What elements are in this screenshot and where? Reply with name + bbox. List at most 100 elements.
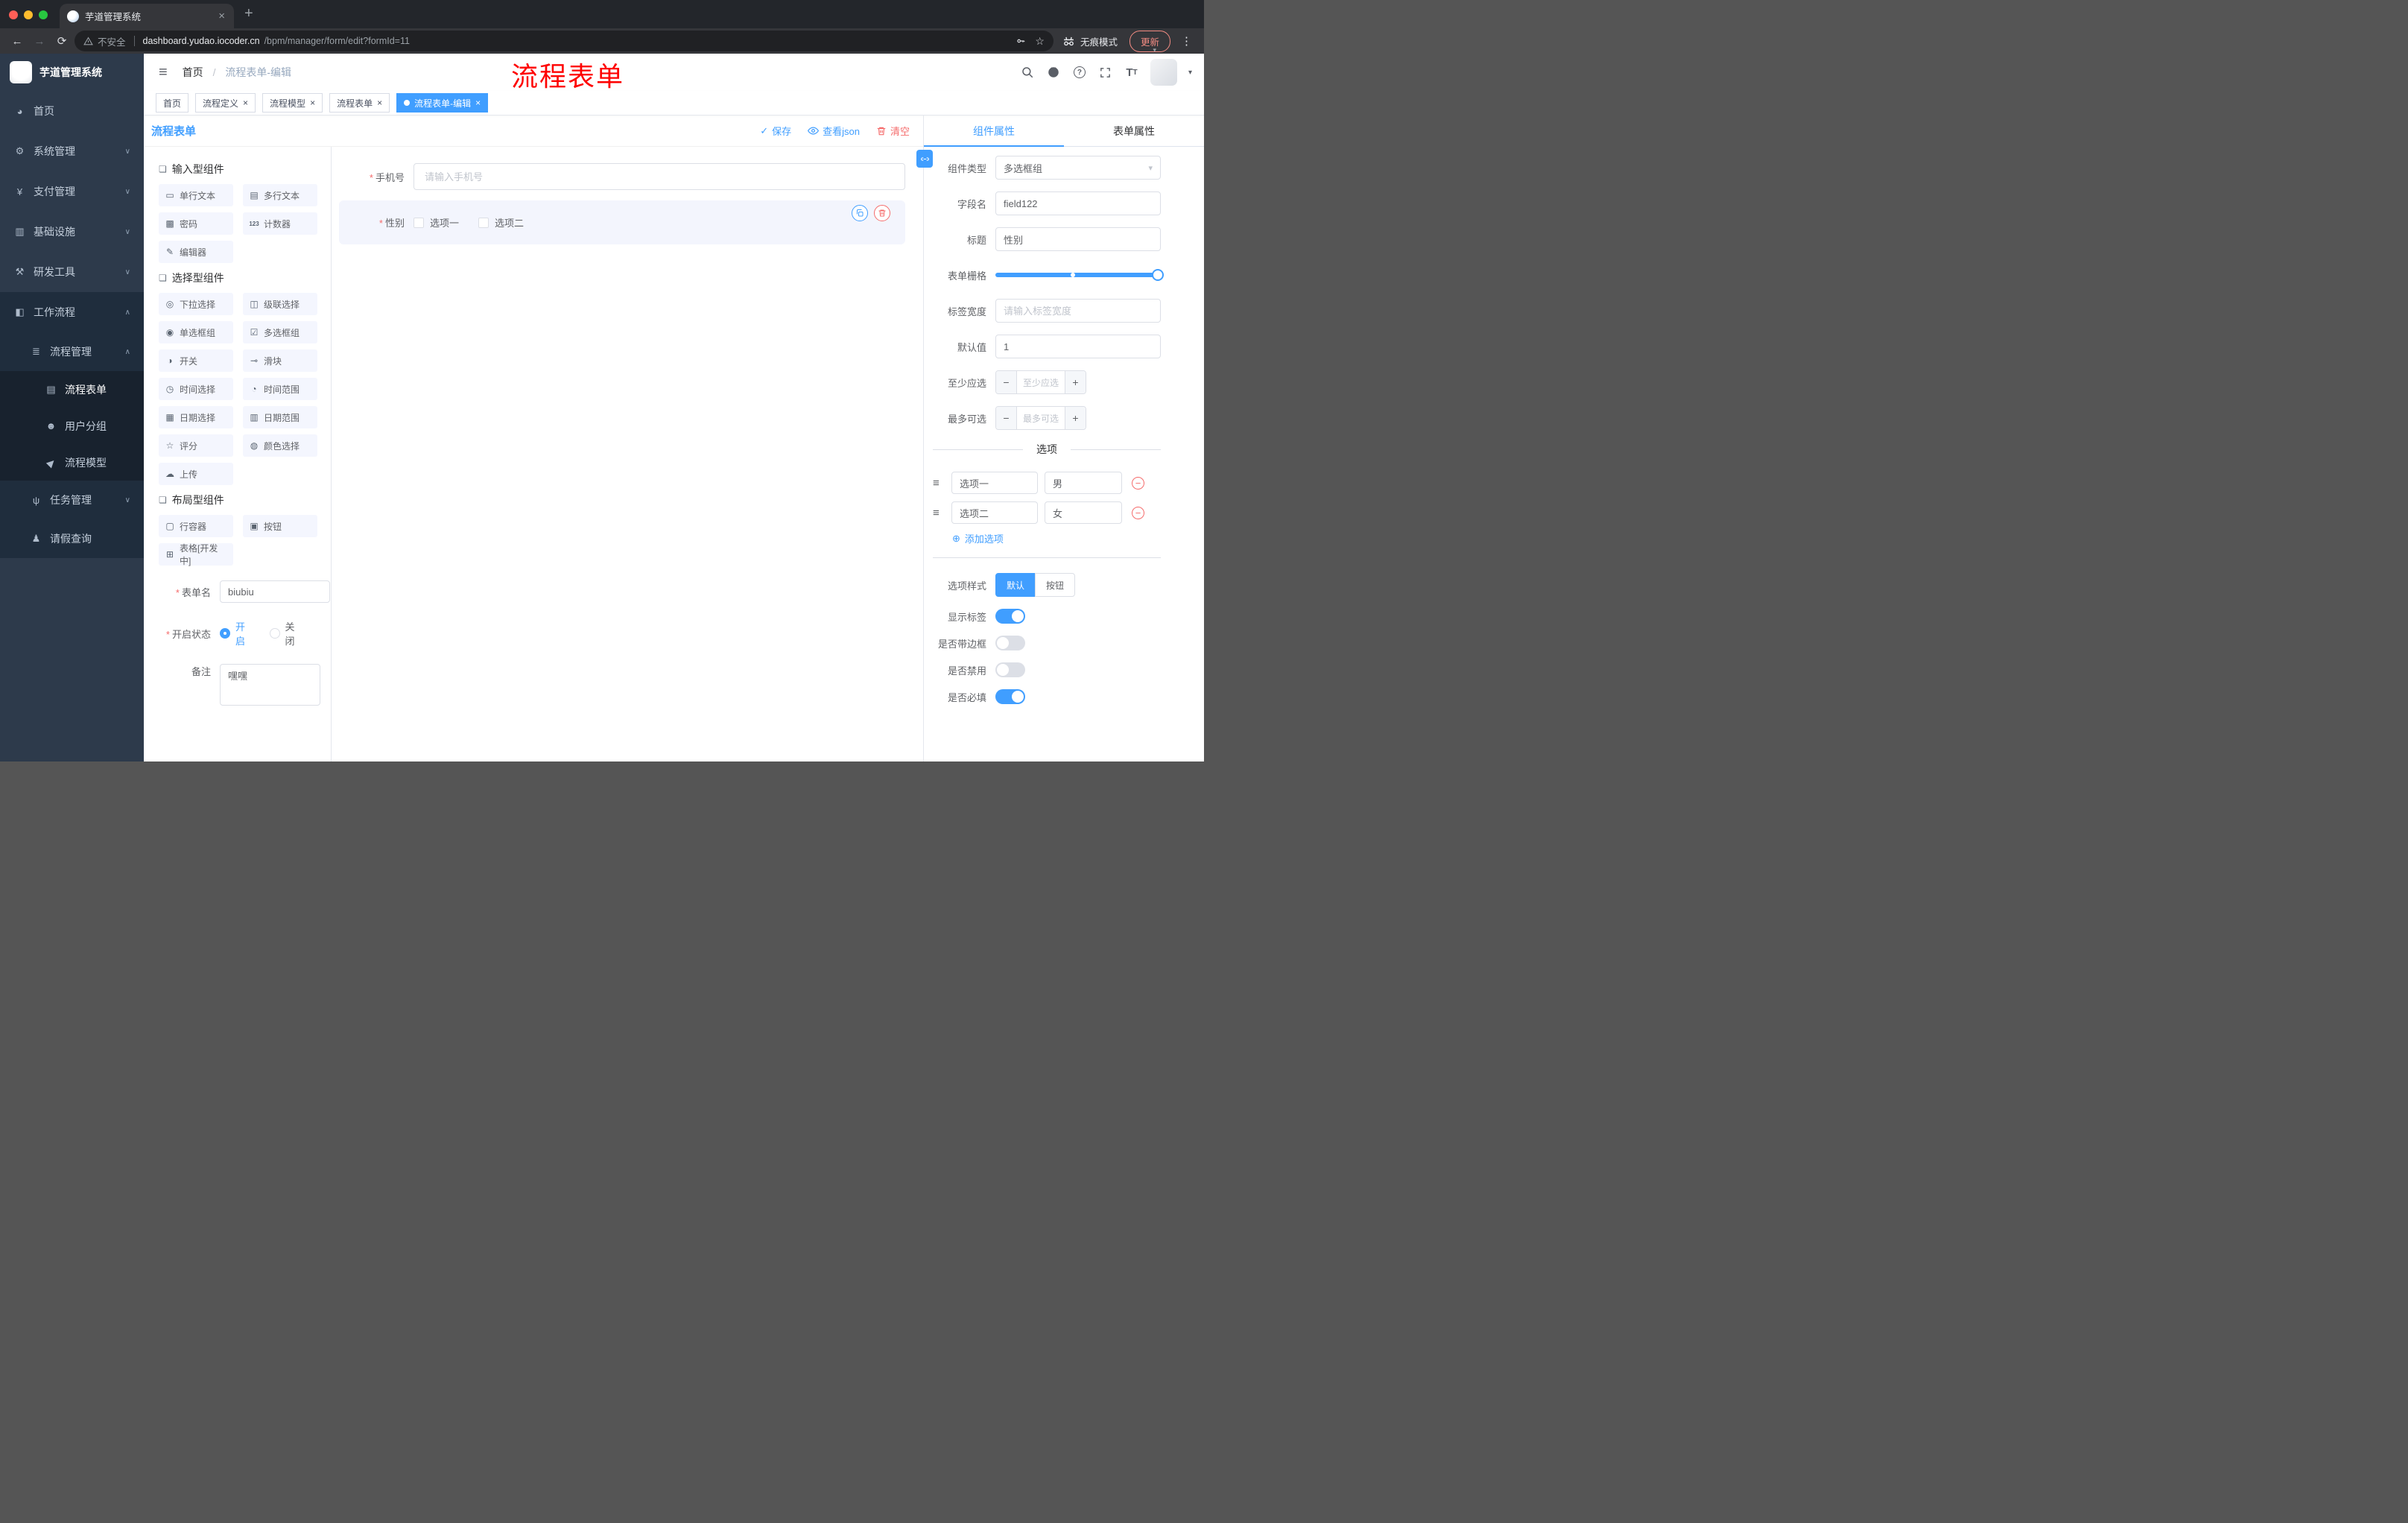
palette-item-radio-group[interactable]: ◉ 单选框组 <box>159 321 233 343</box>
bookmark-star-icon[interactable]: ☆ <box>1035 35 1045 48</box>
palette-item-upload[interactable]: ☁ 上传 <box>159 463 233 485</box>
palette-item-select[interactable]: ◎ 下拉选择 <box>159 293 233 315</box>
status-on-label[interactable]: 开启 <box>235 619 252 647</box>
sidebar-item-workflow[interactable]: ◧ 工作流程 ∧ <box>0 292 144 332</box>
status-off-radio[interactable] <box>269 628 280 639</box>
component-type-select[interactable]: 多选框组 ▾ <box>995 156 1161 180</box>
form-canvas[interactable]: *手机号 *性别 <box>332 147 923 762</box>
min-select-value[interactable]: 至少应选 <box>1017 371 1065 393</box>
remark-textarea[interactable]: 嘿嘿 <box>220 664 320 706</box>
update-button[interactable]: 更新 <box>1129 30 1170 52</box>
palette-item-single-line-text[interactable]: ▭ 单行文本 <box>159 184 233 206</box>
status-off-label[interactable]: 关闭 <box>285 619 302 647</box>
window-minimize-button[interactable] <box>24 10 33 19</box>
save-button[interactable]: ✓ 保存 <box>760 124 791 138</box>
option-value-input[interactable] <box>1045 501 1122 524</box>
new-tab-button[interactable]: + <box>234 5 253 28</box>
field-name-input[interactable] <box>995 191 1161 215</box>
gender-option-2[interactable]: 选项二 <box>478 215 524 229</box>
grid-slider[interactable] <box>995 263 1164 287</box>
gender-option-1[interactable]: 选项一 <box>414 215 459 229</box>
sidebar-item-process-mgmt[interactable]: ≣ 流程管理 ∧ <box>0 332 144 371</box>
sidebar-item-devtools[interactable]: ⚒ 研发工具 ∨ <box>0 252 144 292</box>
palette-item-cascader[interactable]: ◫ 级联选择 <box>243 293 317 315</box>
required-switch[interactable] <box>995 689 1025 704</box>
github-icon[interactable] <box>1046 65 1061 80</box>
increase-button[interactable]: + <box>1065 407 1086 429</box>
palette-item-counter[interactable]: 123 计数器 <box>243 212 317 235</box>
sidebar-item-process-form[interactable]: ▤ 流程表单 <box>0 371 144 408</box>
sidebar-item-user-group[interactable]: ☻ 用户分组 <box>0 408 144 444</box>
tag-close-icon[interactable]: × <box>475 98 481 108</box>
palette-item-row-container[interactable]: ▢ 行容器 <box>159 515 233 537</box>
tag-home[interactable]: 首页 <box>156 93 189 113</box>
palette-item-password[interactable]: ▩ 密码 <box>159 212 233 235</box>
tab-close-icon[interactable]: × <box>217 10 226 22</box>
option-style-button-button[interactable]: 按钮 <box>1035 573 1076 597</box>
palette-item-button[interactable]: ▣ 按钮 <box>243 515 317 537</box>
field-gender-selected[interactable]: * 性别 选项一 选项二 <box>339 200 905 244</box>
palette-item-date-range[interactable]: ▥ 日期范围 <box>243 406 317 428</box>
avatar[interactable] <box>1150 59 1177 86</box>
palette-item-switch[interactable]: ◑ 开关 <box>159 349 233 372</box>
palette-item-color[interactable]: ◍ 颜色选择 <box>243 434 317 457</box>
default-value-input[interactable] <box>995 335 1161 358</box>
window-zoom-button[interactable] <box>39 10 48 19</box>
show-label-switch[interactable] <box>995 609 1025 624</box>
status-on-radio[interactable] <box>220 628 230 639</box>
sidebar-item-system[interactable]: ⚙ 系统管理 ∨ <box>0 131 144 171</box>
clear-button[interactable]: 清空 <box>876 124 910 138</box>
forward-icon[interactable]: → <box>30 35 49 48</box>
tag-process-form[interactable]: 流程表单 × <box>329 93 390 113</box>
tag-close-icon[interactable]: × <box>243 98 248 108</box>
sidebar-item-leave-query[interactable]: ♟ 请假查询 <box>0 519 144 558</box>
decrease-button[interactable]: − <box>996 371 1017 393</box>
palette-item-rate[interactable]: ☆ 评分 <box>159 434 233 457</box>
drag-handle-icon[interactable]: ≡ <box>933 477 945 490</box>
option-label-input[interactable] <box>951 472 1038 494</box>
title-input[interactable] <box>995 227 1161 251</box>
add-option-button[interactable]: ⊕ 添加选项 <box>952 531 1161 545</box>
sidebar-logo[interactable]: 芋道管理系统 <box>0 54 144 91</box>
sidebar-item-infra[interactable]: ▥ 基础设施 ∨ <box>0 212 144 252</box>
palette-item-time[interactable]: ◷ 时间选择 <box>159 378 233 400</box>
palette-item-editor[interactable]: ✎ 编辑器 <box>159 241 233 263</box>
drag-handle-icon[interactable]: ≡ <box>933 507 945 519</box>
field-phone[interactable]: * 手机号 <box>339 163 905 190</box>
checkbox-icon[interactable] <box>478 217 489 228</box>
reload-icon[interactable]: ⟳ <box>52 34 72 48</box>
option-style-default-button[interactable]: 默认 <box>995 573 1036 597</box>
max-select-value[interactable]: 最多可选 <box>1017 407 1065 429</box>
sidebar-item-task-mgmt[interactable]: ψ 任务管理 ∨ <box>0 481 144 519</box>
key-icon[interactable] <box>1016 36 1026 46</box>
slider-handle[interactable] <box>1152 269 1164 281</box>
tag-process-definition[interactable]: 流程定义 × <box>195 93 256 113</box>
copy-field-button[interactable] <box>852 205 868 221</box>
sidebar-item-payment[interactable]: ¥ 支付管理 ∨ <box>0 171 144 212</box>
security-label[interactable]: 不安全 <box>98 34 126 48</box>
disabled-switch[interactable] <box>995 662 1025 677</box>
decrease-button[interactable]: − <box>996 407 1017 429</box>
address-bar[interactable]: 不安全 dashboard.yudao.iocoder.cn/bpm/manag… <box>75 31 1054 51</box>
palette-item-table[interactable]: ⊞ 表格[开发中] <box>159 543 233 566</box>
delete-field-button[interactable] <box>874 205 890 221</box>
remove-option-button[interactable]: − <box>1132 506 1144 519</box>
font-size-icon[interactable]: TT <box>1124 65 1139 80</box>
fullscreen-icon[interactable] <box>1098 65 1113 80</box>
border-switch[interactable] <box>995 636 1025 650</box>
tag-close-icon[interactable]: × <box>377 98 382 108</box>
form-name-input[interactable] <box>220 580 330 603</box>
help-icon[interactable]: ? <box>1072 65 1087 80</box>
sidebar-item-process-model[interactable]: ▶ 流程模型 <box>0 444 144 481</box>
checkbox-icon[interactable] <box>414 217 424 228</box>
sidebar-toggle-icon[interactable]: ≡ <box>156 64 171 81</box>
search-icon[interactable] <box>1020 65 1035 80</box>
slider-rail[interactable] <box>995 273 1161 277</box>
tag-process-model[interactable]: 流程模型 × <box>262 93 323 113</box>
option-value-input[interactable] <box>1045 472 1122 494</box>
sidebar-item-home[interactable]: ◕ 首页 <box>0 91 144 131</box>
view-json-button[interactable]: 查看json <box>808 124 860 138</box>
palette-item-date[interactable]: ▦ 日期选择 <box>159 406 233 428</box>
option-label-input[interactable] <box>951 501 1038 524</box>
increase-button[interactable]: + <box>1065 371 1086 393</box>
